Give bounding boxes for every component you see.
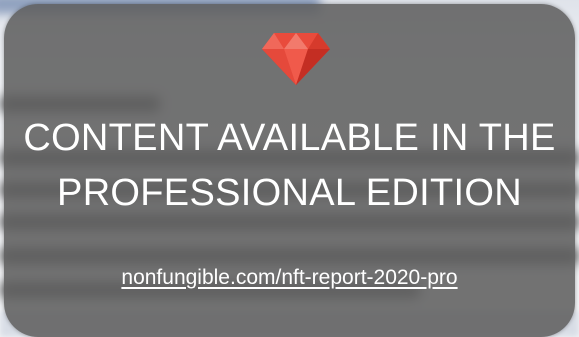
pro-report-link[interactable]: nonfungible.com/nft-report-2020-pro bbox=[4, 266, 575, 290]
pro-edition-overlay: CONTENT AVAILABLE IN THE PROFESSIONAL ED… bbox=[4, 4, 575, 337]
ruby-gem-icon bbox=[262, 33, 330, 85]
headline-line-1: CONTENT AVAILABLE IN THE bbox=[23, 117, 556, 159]
headline-line-2: PROFESSIONAL EDITION bbox=[57, 172, 522, 214]
pro-edition-headline: CONTENT AVAILABLE IN THE PROFESSIONAL ED… bbox=[4, 111, 575, 221]
